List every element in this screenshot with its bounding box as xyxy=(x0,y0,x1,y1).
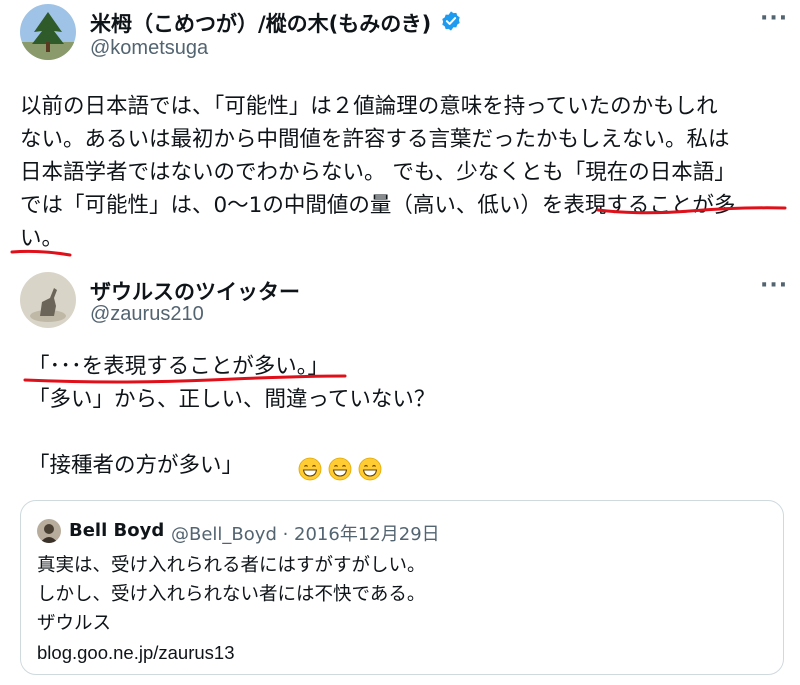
quoted-line: 真実は、受け入れられる者にはすがすがしい。 xyxy=(37,555,426,576)
handle[interactable]: @kometsuga xyxy=(90,37,208,60)
quoted-line: ザウルス xyxy=(37,613,112,634)
body-line: ない。あるいは最初から中間値を許容する言葉だったかもしえない。私は xyxy=(20,127,730,152)
verified-badge-icon xyxy=(442,11,460,31)
body-line: では「可能性」は、0〜1の中間値の量（高い、低い）を表現することが多 xyxy=(20,193,736,218)
avatar-kometsuga[interactable] xyxy=(20,4,76,60)
tweet-body: 以前の日本語では、「可能性」は２値論理の意味を持っていたのかもしれ ない。あるい… xyxy=(20,90,736,255)
body-line: い。 xyxy=(20,226,64,251)
quoted-body: 真実は、受け入れられる者にはすがすがしい。 しかし、受け入れられない者には不快で… xyxy=(37,551,426,667)
avatar-zaurus[interactable] xyxy=(20,272,76,328)
more-horizontal-icon[interactable]: ··· xyxy=(760,8,788,30)
body-line: 日本語学者ではないのでわからない。 でも、少なくとも「現在の日本語」 xyxy=(20,160,736,185)
display-name[interactable]: 米栂（こめつが）/樅の木(もみのき) xyxy=(90,8,431,38)
handle[interactable]: @zaurus210 xyxy=(90,303,204,326)
body-line: 「多い」から、正しい、間違っていない？ xyxy=(28,387,436,412)
deer-avatar-icon xyxy=(20,272,76,328)
body-line xyxy=(28,416,435,449)
body-line: 「･･･を表現することが多い。」 xyxy=(28,354,330,379)
more-horizontal-icon[interactable]: ··· xyxy=(760,275,788,297)
grinning-face-emoji-icon xyxy=(298,457,322,481)
quoted-line: blog.goo.ne.jp/zaurus13 xyxy=(37,642,235,663)
body-line: 以前の日本語では、「可能性」は２値論理の意味を持っていたのかもしれ xyxy=(20,94,718,119)
grinning-face-emoji-icon xyxy=(328,457,352,481)
avatar-bell-boyd[interactable] xyxy=(37,519,61,543)
tree-avatar-icon xyxy=(20,4,76,60)
quoted-meta[interactable]: @Bell_Boyd · 2016年12月29日 xyxy=(171,520,440,546)
quoted-line: しかし、受け入れられない者には不快である。 xyxy=(37,584,426,605)
grinning-face-emoji-icon xyxy=(358,457,382,481)
person-avatar-icon xyxy=(37,519,61,543)
emoji-row xyxy=(298,457,388,482)
quoted-tweet[interactable]: Bell Boyd @Bell_Boyd · 2016年12月29日 真実は、受… xyxy=(20,500,784,675)
quoted-display-name[interactable]: Bell Boyd xyxy=(69,520,164,541)
display-name[interactable]: ザウルスのツイッター xyxy=(90,276,300,306)
